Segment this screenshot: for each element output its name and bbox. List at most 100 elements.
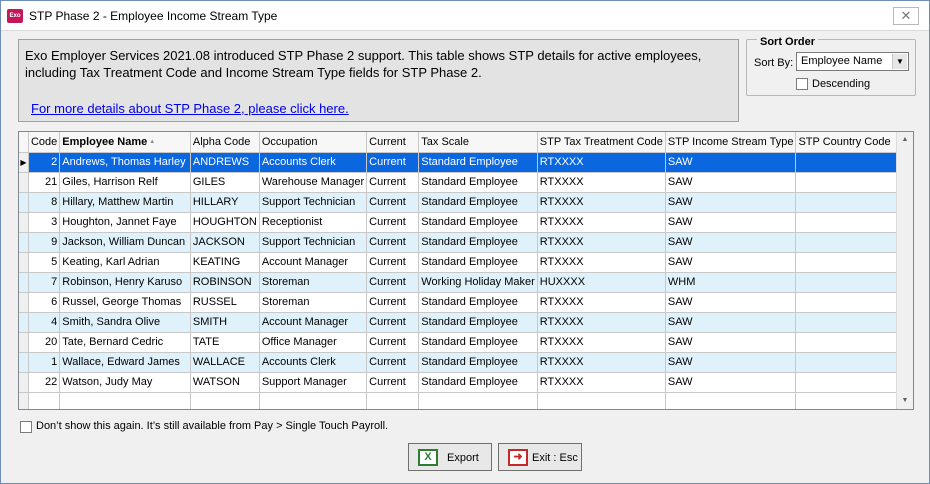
cell-current[interactable]: Current	[366, 172, 420, 193]
title-bar[interactable]: Exo STP Phase 2 - Employee Income Stream…	[1, 1, 929, 31]
cell-income-stream-type[interactable]: SAW	[665, 292, 797, 313]
cell-tax-treatment-code[interactable]: RTXXXX	[537, 292, 666, 313]
cell-occupation[interactable]: Receptionist	[259, 212, 368, 233]
cell-tax-scale[interactable]: Working Holiday Maker	[418, 272, 538, 293]
table-row[interactable]: 20 Tate, Bernard Cedric TATE Office Manager…	[19, 332, 913, 353]
cell-code[interactable]: 6	[28, 292, 61, 313]
cell-tax-treatment-code[interactable]	[537, 392, 666, 409]
cell-alpha-code[interactable]: TATE	[190, 332, 260, 353]
cell-code[interactable]: 8	[28, 192, 61, 213]
cell-tax-scale[interactable]: Standard Employee	[418, 332, 538, 353]
cell-income-stream-type[interactable]: SAW	[665, 192, 797, 213]
cell-alpha-code[interactable]: SMITH	[190, 312, 260, 333]
export-button[interactable]: X Export	[408, 443, 492, 471]
cell-code[interactable]: 3	[28, 212, 61, 233]
cell-income-stream-type[interactable]: SAW	[665, 332, 797, 353]
cell-occupation[interactable]: Office Manager	[259, 332, 368, 353]
cell-occupation[interactable]: Storeman	[259, 292, 368, 313]
cell-employee-name[interactable]: Giles, Harrison Relf	[59, 172, 191, 193]
chevron-down-icon[interactable]: ▼	[892, 54, 907, 69]
table-row[interactable]: 4 Smith, Sandra Olive SMITH Account Manager…	[19, 312, 913, 333]
cell-tax-scale[interactable]: Standard Employee	[418, 172, 538, 193]
cell-current[interactable]: Current	[366, 372, 420, 393]
cell-alpha-code[interactable]: JACKSON	[190, 232, 260, 253]
column-header-tax-scale[interactable]: Tax Scale	[418, 132, 538, 153]
cell-code[interactable]	[28, 392, 61, 409]
cell-tax-treatment-code[interactable]: RTXXXX	[537, 372, 666, 393]
cell-code[interactable]: 4	[28, 312, 61, 333]
cell-occupation[interactable]: Accounts Clerk	[259, 152, 368, 173]
column-header-occupation[interactable]: Occupation	[259, 132, 368, 153]
column-header-income-stream-type[interactable]: STP Income Stream Type	[665, 132, 797, 153]
cell-tax-treatment-code[interactable]: HUXXXX	[537, 272, 666, 293]
cell-alpha-code[interactable]: ROBINSON	[190, 272, 260, 293]
cell-income-stream-type[interactable]: SAW	[665, 172, 797, 193]
cell-income-stream-type[interactable]: SAW	[665, 212, 797, 233]
cell-occupation[interactable]: Support Technician	[259, 192, 368, 213]
cell-employee-name[interactable]: Smith, Sandra Olive	[59, 312, 191, 333]
cell-income-stream-type[interactable]: SAW	[665, 312, 797, 333]
cell-tax-treatment-code[interactable]: RTXXXX	[537, 172, 666, 193]
row-indicator[interactable]	[19, 252, 30, 273]
row-indicator[interactable]	[19, 332, 30, 353]
cell-alpha-code[interactable]: WATSON	[190, 372, 260, 393]
column-header-alpha-code[interactable]: Alpha Code	[190, 132, 260, 153]
cell-occupation[interactable]: Warehouse Manager	[259, 172, 368, 193]
row-indicator[interactable]	[19, 172, 30, 193]
cell-employee-name[interactable]: Andrews, Thomas Harley	[59, 152, 191, 173]
column-header-tax-treatment-code[interactable]: STP Tax Treatment Code	[537, 132, 666, 153]
cell-employee-name[interactable]: Russel, George Thomas	[59, 292, 191, 313]
row-indicator[interactable]	[19, 392, 30, 409]
cell-current[interactable]: Current	[366, 272, 420, 293]
employee-grid[interactable]: Code Employee Name ▲ Alpha Code Occupatio…	[18, 131, 914, 410]
row-indicator[interactable]	[19, 212, 30, 233]
current-row-indicator-icon[interactable]: ▶	[19, 152, 30, 173]
cell-code[interactable]: 21	[28, 172, 61, 193]
cell-occupation[interactable]: Account Manager	[259, 252, 368, 273]
cell-income-stream-type[interactable]: WHM	[665, 272, 797, 293]
cell-code[interactable]: 7	[28, 272, 61, 293]
sort-by-dropdown[interactable]: Employee Name ▼	[796, 52, 909, 71]
cell-current[interactable]: Current	[366, 212, 420, 233]
cell-code[interactable]: 2	[28, 152, 61, 173]
table-row[interactable]: 7 Robinson, Henry Karuso ROBINSON Storeman C…	[19, 272, 913, 293]
descending-checkbox[interactable]	[796, 78, 808, 90]
cell-current[interactable]: Current	[366, 192, 420, 213]
cell-current[interactable]	[366, 392, 420, 409]
cell-tax-scale[interactable]: Standard Employee	[418, 312, 538, 333]
cell-occupation[interactable]	[259, 392, 368, 409]
cell-current[interactable]: Current	[366, 312, 420, 333]
cell-tax-scale[interactable]: Standard Employee	[418, 292, 538, 313]
dont-show-again-checkbox[interactable]	[20, 421, 32, 433]
cell-tax-treatment-code[interactable]: RTXXXX	[537, 152, 666, 173]
cell-code[interactable]: 5	[28, 252, 61, 273]
row-indicator[interactable]	[19, 372, 30, 393]
cell-tax-treatment-code[interactable]: RTXXXX	[537, 192, 666, 213]
cell-alpha-code[interactable]: ANDREWS	[190, 152, 260, 173]
cell-income-stream-type[interactable]: SAW	[665, 232, 797, 253]
cell-income-stream-type[interactable]: SAW	[665, 352, 797, 373]
cell-tax-scale[interactable]: Standard Employee	[418, 232, 538, 253]
cell-current[interactable]: Current	[366, 252, 420, 273]
cell-alpha-code[interactable]: WALLACE	[190, 352, 260, 373]
cell-tax-scale[interactable]: Standard Employee	[418, 152, 538, 173]
cell-employee-name[interactable]: Robinson, Henry Karuso	[59, 272, 191, 293]
cell-current[interactable]: Current	[366, 152, 420, 173]
table-row[interactable]: 22 Watson, Judy May WATSON Support Manager C…	[19, 372, 913, 393]
cell-current[interactable]: Current	[366, 332, 420, 353]
table-row[interactable]: ▶ 2 Andrews, Thomas Harley ANDREWS Accounts …	[19, 152, 913, 173]
cell-tax-scale[interactable]: Standard Employee	[418, 212, 538, 233]
row-indicator[interactable]	[19, 312, 30, 333]
scroll-down-icon[interactable]: ▼	[897, 393, 913, 409]
cell-income-stream-type[interactable]: SAW	[665, 372, 797, 393]
cell-code[interactable]: 22	[28, 372, 61, 393]
stp-details-link[interactable]: For more details about STP Phase 2, plea…	[31, 101, 349, 116]
cell-tax-scale[interactable]: Standard Employee	[418, 352, 538, 373]
cell-tax-treatment-code[interactable]: RTXXXX	[537, 352, 666, 373]
cell-alpha-code[interactable]: KEATING	[190, 252, 260, 273]
cell-employee-name[interactable]	[59, 392, 191, 409]
cell-income-stream-type[interactable]: SAW	[665, 252, 797, 273]
table-row[interactable]: 9 Jackson, William Duncan JACKSON Support T…	[19, 232, 913, 253]
table-row[interactable]: 3 Houghton, Jannet Faye HOUGHTON Receptioni…	[19, 212, 913, 233]
cell-occupation[interactable]: Accounts Clerk	[259, 352, 368, 373]
